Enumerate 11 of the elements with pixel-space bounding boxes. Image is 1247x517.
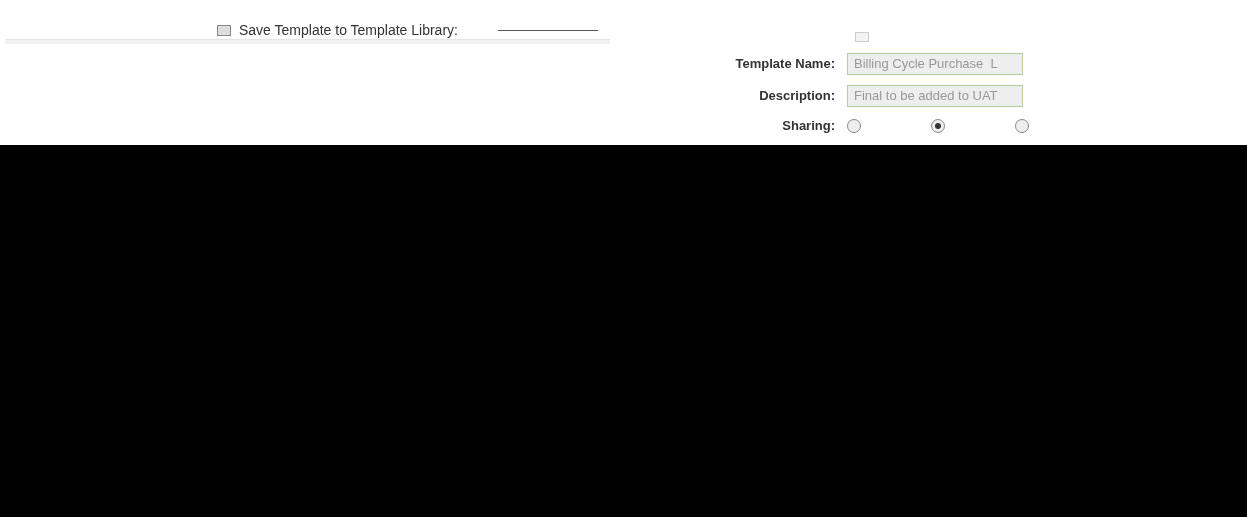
checkbox[interactable] [855,32,869,42]
text-field[interactable]: Final to be added to UAT [847,85,1023,107]
text-field[interactable]: Billing Cycle Purchase L [847,53,1023,75]
radio-button[interactable] [931,119,945,133]
checkbox-label: Save Template to Template Library: [239,22,458,38]
field-label: Sharing: [781,117,835,136]
radio-button[interactable] [847,119,861,133]
field-label: Template Name: [734,55,835,74]
checkbox[interactable] [217,24,231,36]
field-label: Description: [758,87,835,106]
radio-button[interactable] [1015,119,1029,133]
